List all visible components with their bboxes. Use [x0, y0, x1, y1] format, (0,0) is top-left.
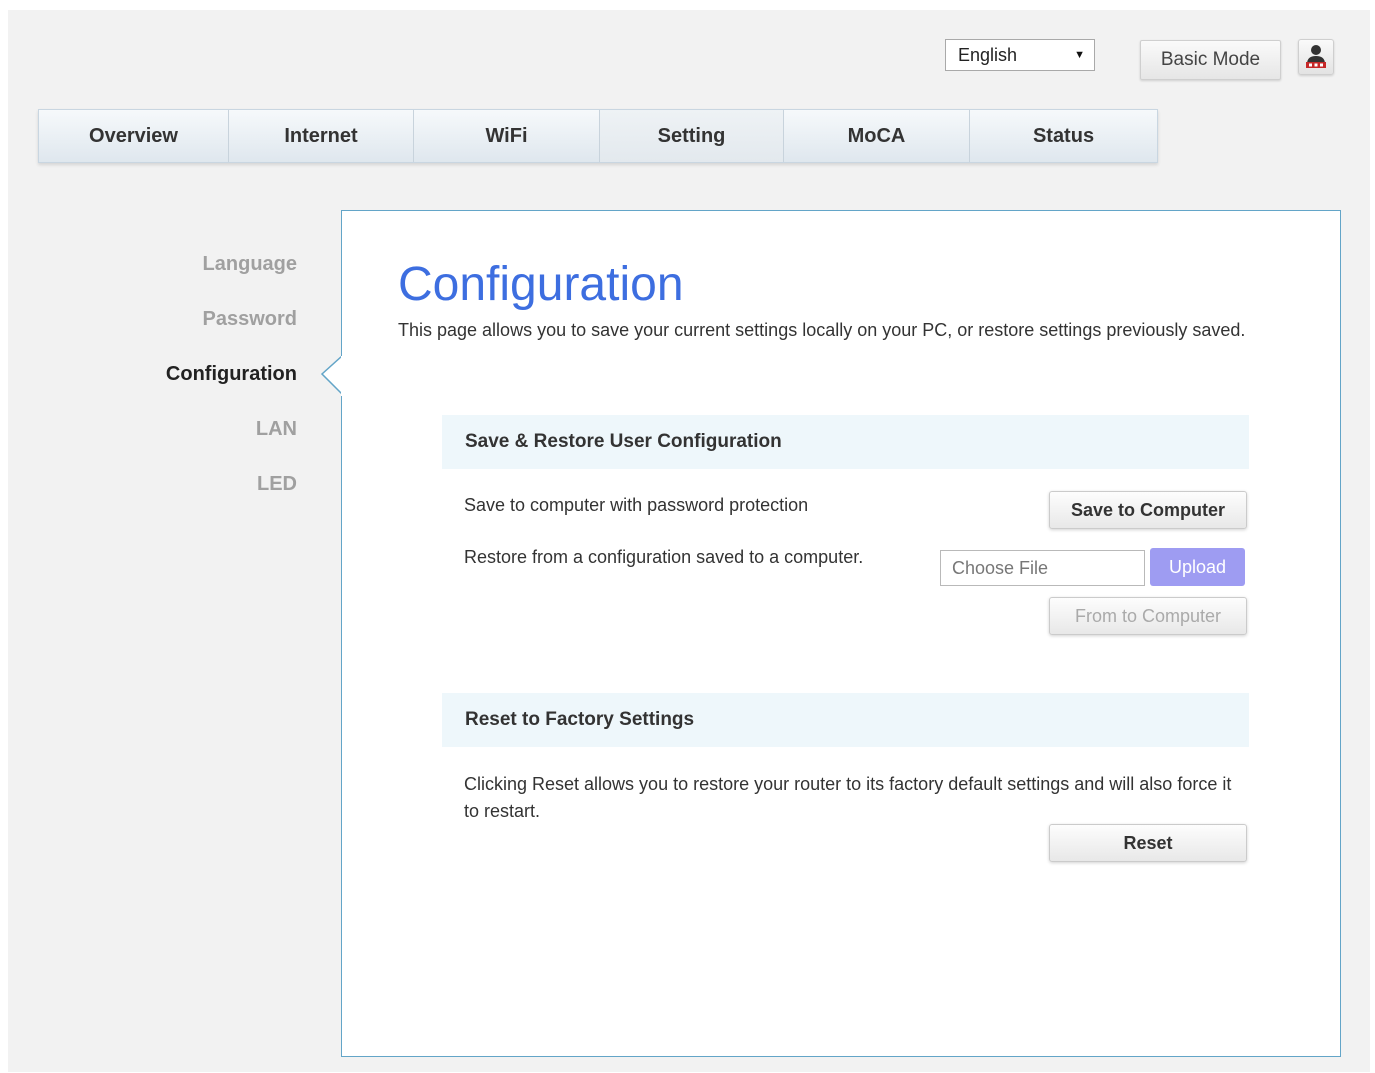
- language-select[interactable]: English ▼: [945, 39, 1095, 71]
- page-title: Configuration: [398, 258, 684, 311]
- sidebar-item-language[interactable]: Language: [203, 253, 297, 276]
- sidebar-item-configuration[interactable]: Configuration: [166, 363, 297, 386]
- sidebar-item-lan[interactable]: LAN: [256, 418, 297, 441]
- dropdown-arrow-icon: ▼: [1074, 49, 1085, 61]
- sidebar-item-led[interactable]: LED: [257, 473, 297, 496]
- tab-setting[interactable]: Setting: [600, 110, 784, 162]
- sidebar-item-password[interactable]: Password: [203, 308, 297, 331]
- factory-reset-heading: Reset to Factory Settings: [442, 693, 1249, 747]
- tab-moca[interactable]: MoCA: [784, 110, 970, 162]
- content-panel: Configuration This page allows you to sa…: [341, 210, 1341, 1057]
- choose-file-input[interactable]: Choose File: [940, 550, 1145, 586]
- tab-wifi[interactable]: WiFi: [414, 110, 600, 162]
- save-description: Save to computer with password protectio…: [464, 495, 809, 515]
- active-menu-pointer: [320, 356, 344, 396]
- save-to-computer-button[interactable]: Save to Computer: [1049, 491, 1247, 529]
- tab-internet[interactable]: Internet: [229, 110, 414, 162]
- restore-description: Restore from a configuration saved to a …: [464, 547, 864, 567]
- user-button[interactable]: [1298, 39, 1334, 75]
- from-computer-button[interactable]: From to Computer: [1049, 597, 1247, 635]
- user-icon: [1306, 45, 1326, 68]
- basic-mode-button[interactable]: Basic Mode: [1140, 40, 1281, 80]
- upload-button[interactable]: Upload: [1150, 548, 1245, 586]
- page-description: This page allows you to save your curren…: [398, 320, 1246, 340]
- tab-overview[interactable]: Overview: [39, 110, 229, 162]
- factory-reset-description: Clicking Reset allows you to restore you…: [464, 774, 1232, 821]
- tab-status[interactable]: Status: [970, 110, 1157, 162]
- language-select-value: English: [958, 45, 1018, 65]
- main-nav: Overview Internet WiFi Setting MoCA Stat…: [38, 109, 1158, 163]
- reset-button[interactable]: Reset: [1049, 824, 1247, 862]
- save-restore-heading: Save & Restore User Configuration: [442, 415, 1249, 469]
